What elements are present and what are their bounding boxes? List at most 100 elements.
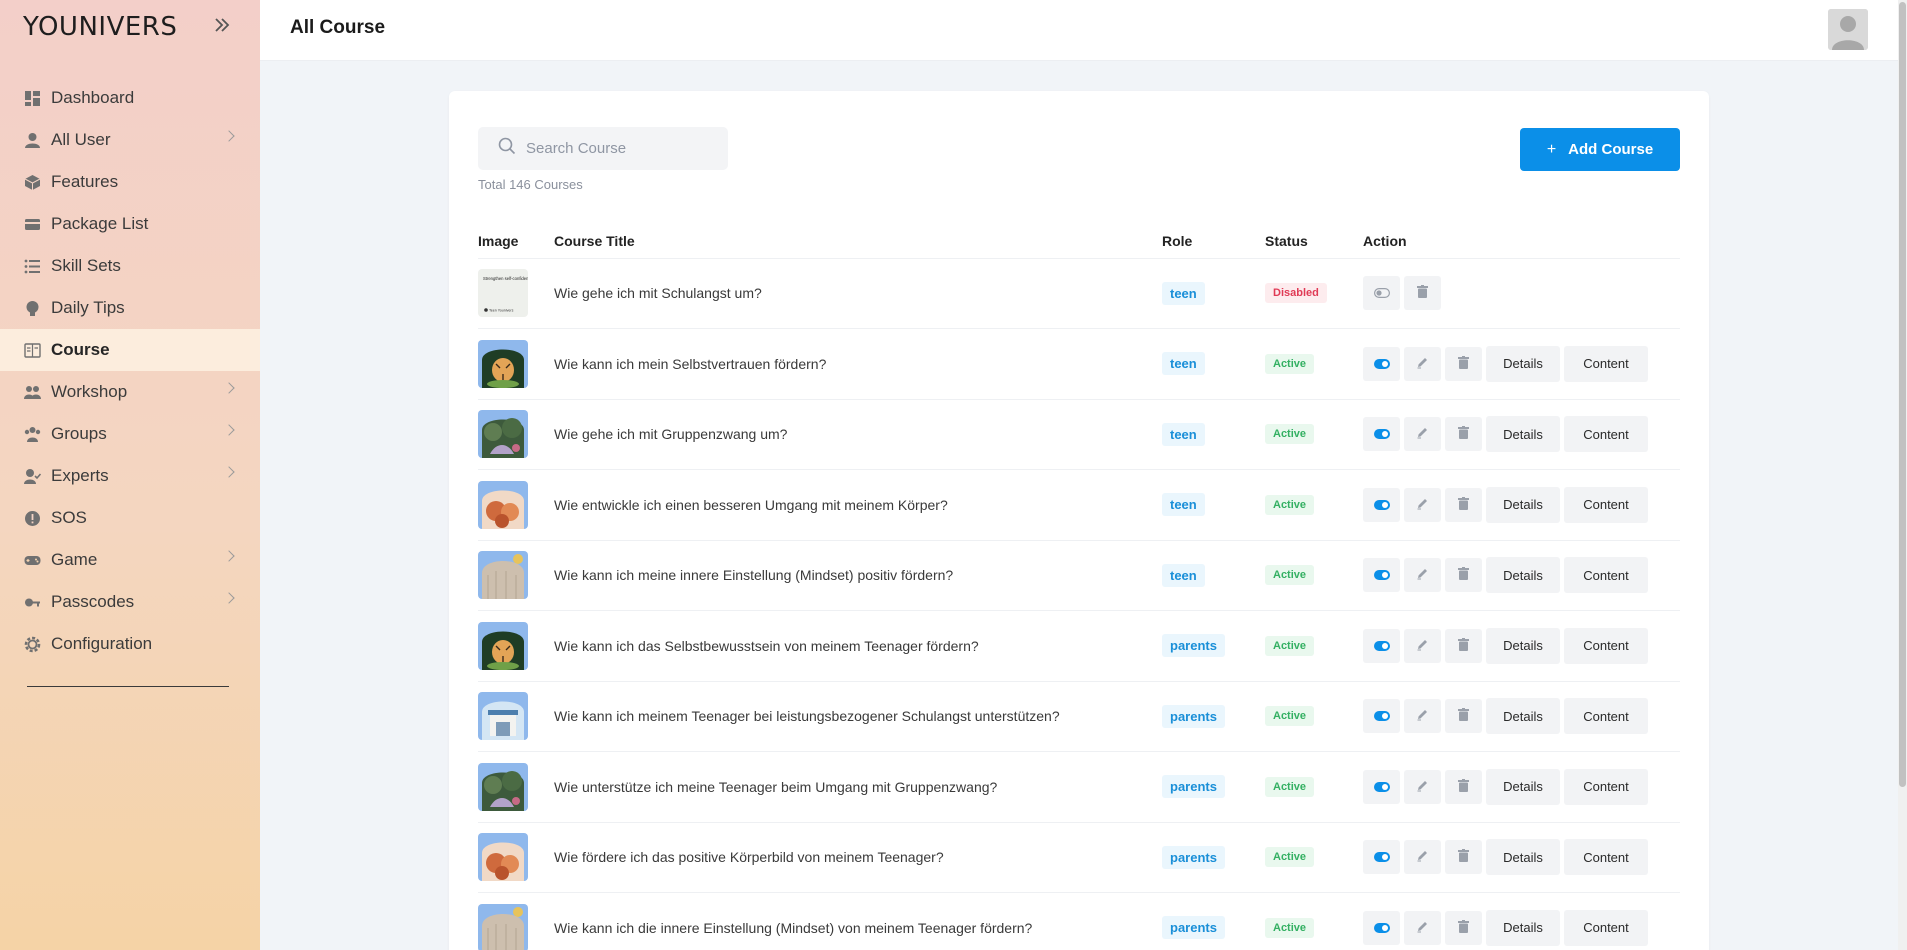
toggle-status-button[interactable] [1363,628,1400,663]
details-button[interactable]: Details [1486,909,1560,946]
action-cell: Details Content [1363,328,1680,400]
table-row[interactable]: Strengthen self-confidence Teen Younivers… [478,258,1680,329]
delete-button[interactable] [1445,699,1482,734]
details-button[interactable]: Details [1486,698,1560,735]
details-button[interactable]: Details [1486,768,1560,805]
details-button[interactable]: Details [1486,627,1560,664]
course-card: Total 146 Courses + Add Course Image Cou… [449,91,1709,950]
content-button[interactable]: Content [1564,768,1648,805]
sidebar-item-skill-sets[interactable]: Skill Sets [0,245,260,287]
edit-button[interactable] [1404,417,1441,452]
delete-button[interactable] [1445,346,1482,381]
sidebar-item-game[interactable]: Game [0,539,260,581]
page-scrollbar[interactable] [1898,0,1907,950]
table-row[interactable]: Wie entwickle ich einen besseren Umgang … [478,469,1680,541]
edit-button[interactable] [1404,487,1441,522]
delete-button[interactable] [1404,276,1441,311]
details-button[interactable]: Details [1486,486,1560,523]
toggle-status-button[interactable] [1363,558,1400,593]
table-row[interactable]: Wie fördere ich das positive Körperbild … [478,822,1680,893]
delete-button[interactable] [1445,840,1482,875]
table-row[interactable]: Wie gehe ich mit Gruppenzwang um? teen Act… [478,399,1680,470]
toggle-status-button[interactable] [1363,487,1400,522]
trash-icon [1458,778,1469,795]
delete-button[interactable] [1445,487,1482,522]
edit-button[interactable] [1404,628,1441,663]
delete-button[interactable] [1445,910,1482,945]
lightbulb-icon [23,299,41,317]
table-row[interactable]: Wie unterstütze ich meine Teenager beim … [478,751,1680,823]
delete-button[interactable] [1445,558,1482,593]
chevron-right-icon [223,424,235,436]
details-button[interactable]: Details [1486,345,1560,382]
sidebar-item-configuration[interactable]: Configuration [0,623,260,665]
sidebar-item-dashboard[interactable]: Dashboard [0,77,260,119]
search-box[interactable] [478,127,728,170]
table-row[interactable]: Wie kann ich meinem Teenager bei leistun… [478,681,1680,752]
search-icon [498,137,516,160]
table-row[interactable]: Wie kann ich das Selbstbewusstsein von m… [478,610,1680,682]
sidebar-item-workshop[interactable]: Workshop [0,371,260,413]
avatar[interactable] [1828,9,1868,50]
sidebar-item-passcodes[interactable]: Passcodes [0,581,260,623]
edit-button[interactable] [1404,346,1441,381]
edit-button[interactable] [1404,840,1441,875]
sidebar-item-label: Dashboard [51,88,135,107]
course-image-cell: Strengthen self-confidence Teen Younivers [478,258,554,329]
delete-button[interactable] [1445,769,1482,804]
details-button[interactable]: Details [1486,557,1560,594]
toggle-status-button[interactable] [1363,910,1400,945]
trash-icon [1458,637,1469,654]
brand-logo[interactable]: YOUNIVERS [23,12,177,42]
toggle-status-button[interactable] [1363,769,1400,804]
table-row[interactable]: Wie kann ich mein Selbstvertrauen förder… [478,328,1680,400]
role-badge: teen [1162,493,1205,517]
toggle-status-button[interactable] [1363,276,1400,311]
edit-button[interactable] [1404,769,1441,804]
role-badge: parents [1162,634,1225,658]
thumb-subcaption: Teen Younivers [489,309,514,313]
content-button[interactable]: Content [1564,486,1648,523]
list-icon [23,257,41,275]
toggle-status-button[interactable] [1363,417,1400,452]
group-icon [23,383,41,401]
sidebar-item-experts[interactable]: Experts [0,455,260,497]
course-title: Wie kann ich das Selbstbewusstsein von m… [554,610,1162,682]
edit-button[interactable] [1404,558,1441,593]
add-course-button[interactable]: + Add Course [1520,128,1680,171]
toggle-off-icon [1373,285,1390,301]
sidebar-item-features[interactable]: Features [0,161,260,203]
content-button[interactable]: Content [1564,557,1648,594]
sidebar-item-sos[interactable]: SOS [0,497,260,539]
edit-button[interactable] [1404,910,1441,945]
content-button[interactable]: Content [1564,627,1648,664]
toggle-status-button[interactable] [1363,346,1400,381]
details-button[interactable]: Details [1486,416,1560,453]
content-button[interactable]: Content [1564,698,1648,735]
details-button[interactable]: Details [1486,839,1560,876]
content-button[interactable]: Content [1564,839,1648,876]
sidebar-item-groups[interactable]: Groups [0,413,260,455]
table-row[interactable]: Wie kann ich meine innere Einstellung (M… [478,540,1680,611]
sidebar-item-label: Skill Sets [51,256,121,275]
toggle-status-button[interactable] [1363,840,1400,875]
edit-button[interactable] [1404,699,1441,734]
toggle-on-icon [1373,567,1390,583]
content-button[interactable]: Content [1564,909,1648,946]
trash-icon [1458,849,1469,865]
search-input[interactable] [526,140,716,157]
sidebar-item-daily-tips[interactable]: Daily Tips [0,287,260,329]
sidebar-divider [27,686,229,687]
delete-button[interactable] [1445,417,1482,452]
table-row[interactable]: Wie kann ich die innere Einstellung (Min… [478,892,1680,950]
sidebar-item-course[interactable]: Course [0,329,260,371]
sidebar-item-package-list[interactable]: Package List [0,203,260,245]
chevron-right-icon [223,466,235,478]
sidebar-item-all-user[interactable]: All User [0,119,260,161]
scrollbar-thumb[interactable] [1899,2,1906,787]
toggle-status-button[interactable] [1363,699,1400,734]
content-button[interactable]: Content [1564,416,1648,453]
content-button[interactable]: Content [1564,345,1648,382]
collapse-sidebar-icon[interactable] [213,16,235,38]
delete-button[interactable] [1445,628,1482,663]
